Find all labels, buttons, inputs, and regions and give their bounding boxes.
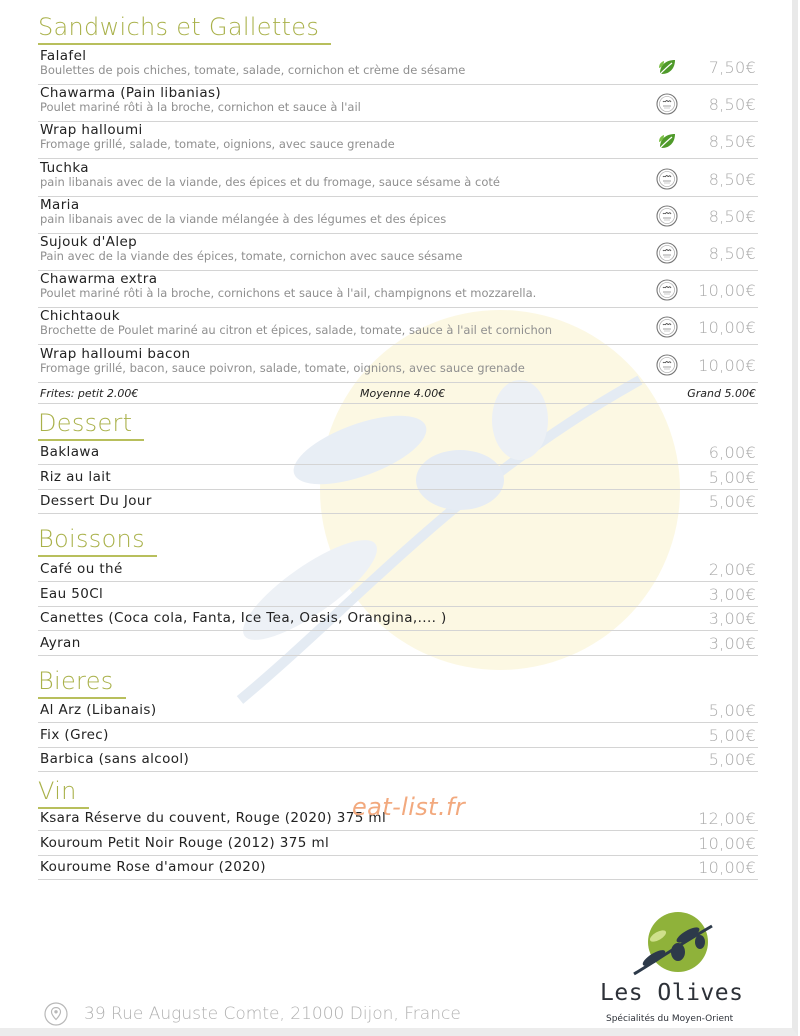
- item-price: 8,50€: [708, 132, 756, 152]
- item-name: Fix (Grec): [40, 726, 109, 743]
- item-price: 10,00€: [698, 281, 756, 301]
- menu-item: Fix (Grec) 5,00€: [38, 723, 758, 748]
- item-name: Ksara Réserve du couvent, Rouge (2020) 3…: [40, 810, 387, 826]
- menu-item: Baklawa 6,00€: [38, 440, 758, 465]
- halal-icon: [656, 93, 678, 115]
- halal-icon: [656, 168, 678, 190]
- logo-name: Les Olives: [600, 980, 744, 1006]
- olive-branch-icon: [633, 912, 713, 976]
- menu-item: Barbica (sans alcool) 5,00€: [38, 747, 758, 772]
- item-name: Riz au lait: [40, 468, 112, 485]
- item-price: 10,00€: [698, 833, 756, 853]
- menu-item: Sujouk d'Alep Pain avec de la viande des …: [38, 233, 758, 271]
- menu-item: Chichtaouk Brochette de Poulet mariné au …: [38, 307, 758, 346]
- item-description: Poulet mariné rôti à la broche, cornicho…: [40, 286, 537, 301]
- section-title-boissons: Boissons: [38, 524, 157, 557]
- menu-item: Kouroum Petit Noir Rouge (2012) 375 ml 10…: [38, 831, 758, 856]
- menu-item: Dessert Du Jour 5,00€: [38, 489, 758, 514]
- menu-item: Ayran 3,00€: [38, 631, 758, 656]
- menu-item: Al Arz (Libanais) 5,00€: [38, 698, 758, 723]
- item-price: 5,00€: [708, 467, 756, 487]
- item-price: 5,00€: [708, 492, 756, 511]
- item-description: Brochette de Poulet mariné au citron et …: [40, 323, 553, 338]
- item-name: Al Arz (Libanais): [40, 702, 157, 718]
- item-name: Eau 50Cl: [40, 585, 104, 602]
- menu-item: Chawarma (Pain libanias) Poulet mariné rô…: [38, 84, 758, 123]
- menu-item: Chawarma extra Poulet mariné rôti à la br…: [38, 270, 758, 309]
- halal-icon: [656, 205, 678, 227]
- item-name: Baklawa: [40, 444, 100, 460]
- item-description: Fromage grillé, bacon, sauce poivron, sa…: [40, 360, 525, 375]
- item-price: 3,00€: [708, 609, 756, 628]
- menu-item: Falafel Boulettes de pois chiches, tomate…: [38, 47, 758, 85]
- location-pin-icon: [44, 1002, 68, 1026]
- halal-icon: [656, 316, 678, 338]
- menu-item: Ksara Réserve du couvent, Rouge (2020) 3…: [38, 806, 758, 831]
- leaf-icon: [656, 130, 678, 152]
- item-price: 10,00€: [698, 318, 756, 338]
- menu-item: Eau 50Cl 3,00€: [38, 582, 758, 607]
- menu-item: Wrap halloumi Fromage grillé, salade, tom…: [38, 121, 758, 160]
- menu-item: Tuchka pain libanais avec de la viande, d…: [38, 159, 758, 197]
- item-description: Pain avec de la viande des épices, tomat…: [40, 249, 463, 263]
- item-price: 2,00€: [708, 560, 756, 579]
- address-text: 39 Rue Auguste Comte, 21000 Dijon, Franc…: [84, 1004, 461, 1024]
- item-description: Boulettes de pois chiches, tomate, salad…: [40, 63, 466, 77]
- item-name: Dessert Du Jour: [40, 493, 152, 509]
- item-price: 7,50€: [708, 58, 756, 77]
- section-title-sandwichs: Sandwichs et Gallettes: [38, 12, 332, 45]
- menu-item: Riz au lait 5,00€: [38, 465, 758, 490]
- section-title-vin: Vin: [38, 776, 89, 809]
- item-description: pain libanais avec de la viande, des épi…: [40, 174, 500, 189]
- fries-small: Frites: petit 2.00€: [40, 387, 139, 400]
- item-price: 8,50€: [708, 206, 756, 226]
- item-price: 5,00€: [708, 750, 756, 769]
- fries-large: Grand 5.00€: [687, 387, 756, 400]
- item-price: 6,00€: [708, 443, 756, 462]
- item-name: Barbica (sans alcool): [40, 751, 190, 767]
- item-price: 3,00€: [708, 584, 756, 604]
- item-name: Café ou thé: [40, 561, 123, 577]
- item-name: Kouroume Rose d'amour (2020): [40, 859, 266, 875]
- menu-item: Wrap halloumi bacon Fromage grillé, bacon…: [38, 345, 758, 383]
- item-price: 5,00€: [708, 701, 756, 720]
- fries-row: Frites: petit 2.00€ Moyenne 4.00€ Grand …: [38, 383, 758, 404]
- item-description: Poulet mariné rôti à la broche, cornicho…: [40, 100, 361, 115]
- item-description: Fromage grillé, salade, tomate, oignions…: [40, 137, 395, 152]
- menu-item: Maria pain libanais avec de la viande mél…: [38, 196, 758, 234]
- halal-icon: [656, 242, 678, 264]
- item-name: Ayran: [40, 634, 81, 651]
- leaf-icon: [656, 56, 678, 78]
- logo-tagline: Spécialités du Moyen-Orient: [606, 1014, 734, 1024]
- item-price: 10,00€: [698, 355, 756, 375]
- section-title-dessert: Dessert: [38, 408, 145, 441]
- item-name: Canettes (Coca cola, Fanta, Ice Tea, Oas…: [40, 610, 447, 626]
- item-price: 8,50€: [708, 95, 756, 115]
- menu-item: Café ou thé 2,00€: [38, 557, 758, 582]
- section-title-bieres: Bieres: [38, 666, 126, 699]
- restaurant-logo: Les Olives Spécialités du Moyen-Orient: [598, 912, 743, 1032]
- item-price: 5,00€: [708, 725, 756, 745]
- item-name: Kouroum Petit Noir Rouge (2012) 375 ml: [40, 834, 330, 851]
- halal-icon: [656, 279, 678, 301]
- item-price: 3,00€: [708, 633, 756, 653]
- menu-item: Kouroume Rose d'amour (2020) 10,00€: [38, 855, 758, 880]
- halal-icon: [656, 354, 678, 376]
- menu-item: Canettes (Coca cola, Fanta, Ice Tea, Oas…: [38, 606, 758, 631]
- item-price: 10,00€: [698, 858, 756, 877]
- fries-medium: Moyenne 4.00€: [360, 387, 446, 400]
- item-price: 8,50€: [708, 244, 756, 263]
- item-price: 8,50€: [708, 169, 756, 189]
- item-description: pain libanais avec de la viande mélangée…: [40, 211, 447, 226]
- item-price: 12,00€: [698, 809, 756, 828]
